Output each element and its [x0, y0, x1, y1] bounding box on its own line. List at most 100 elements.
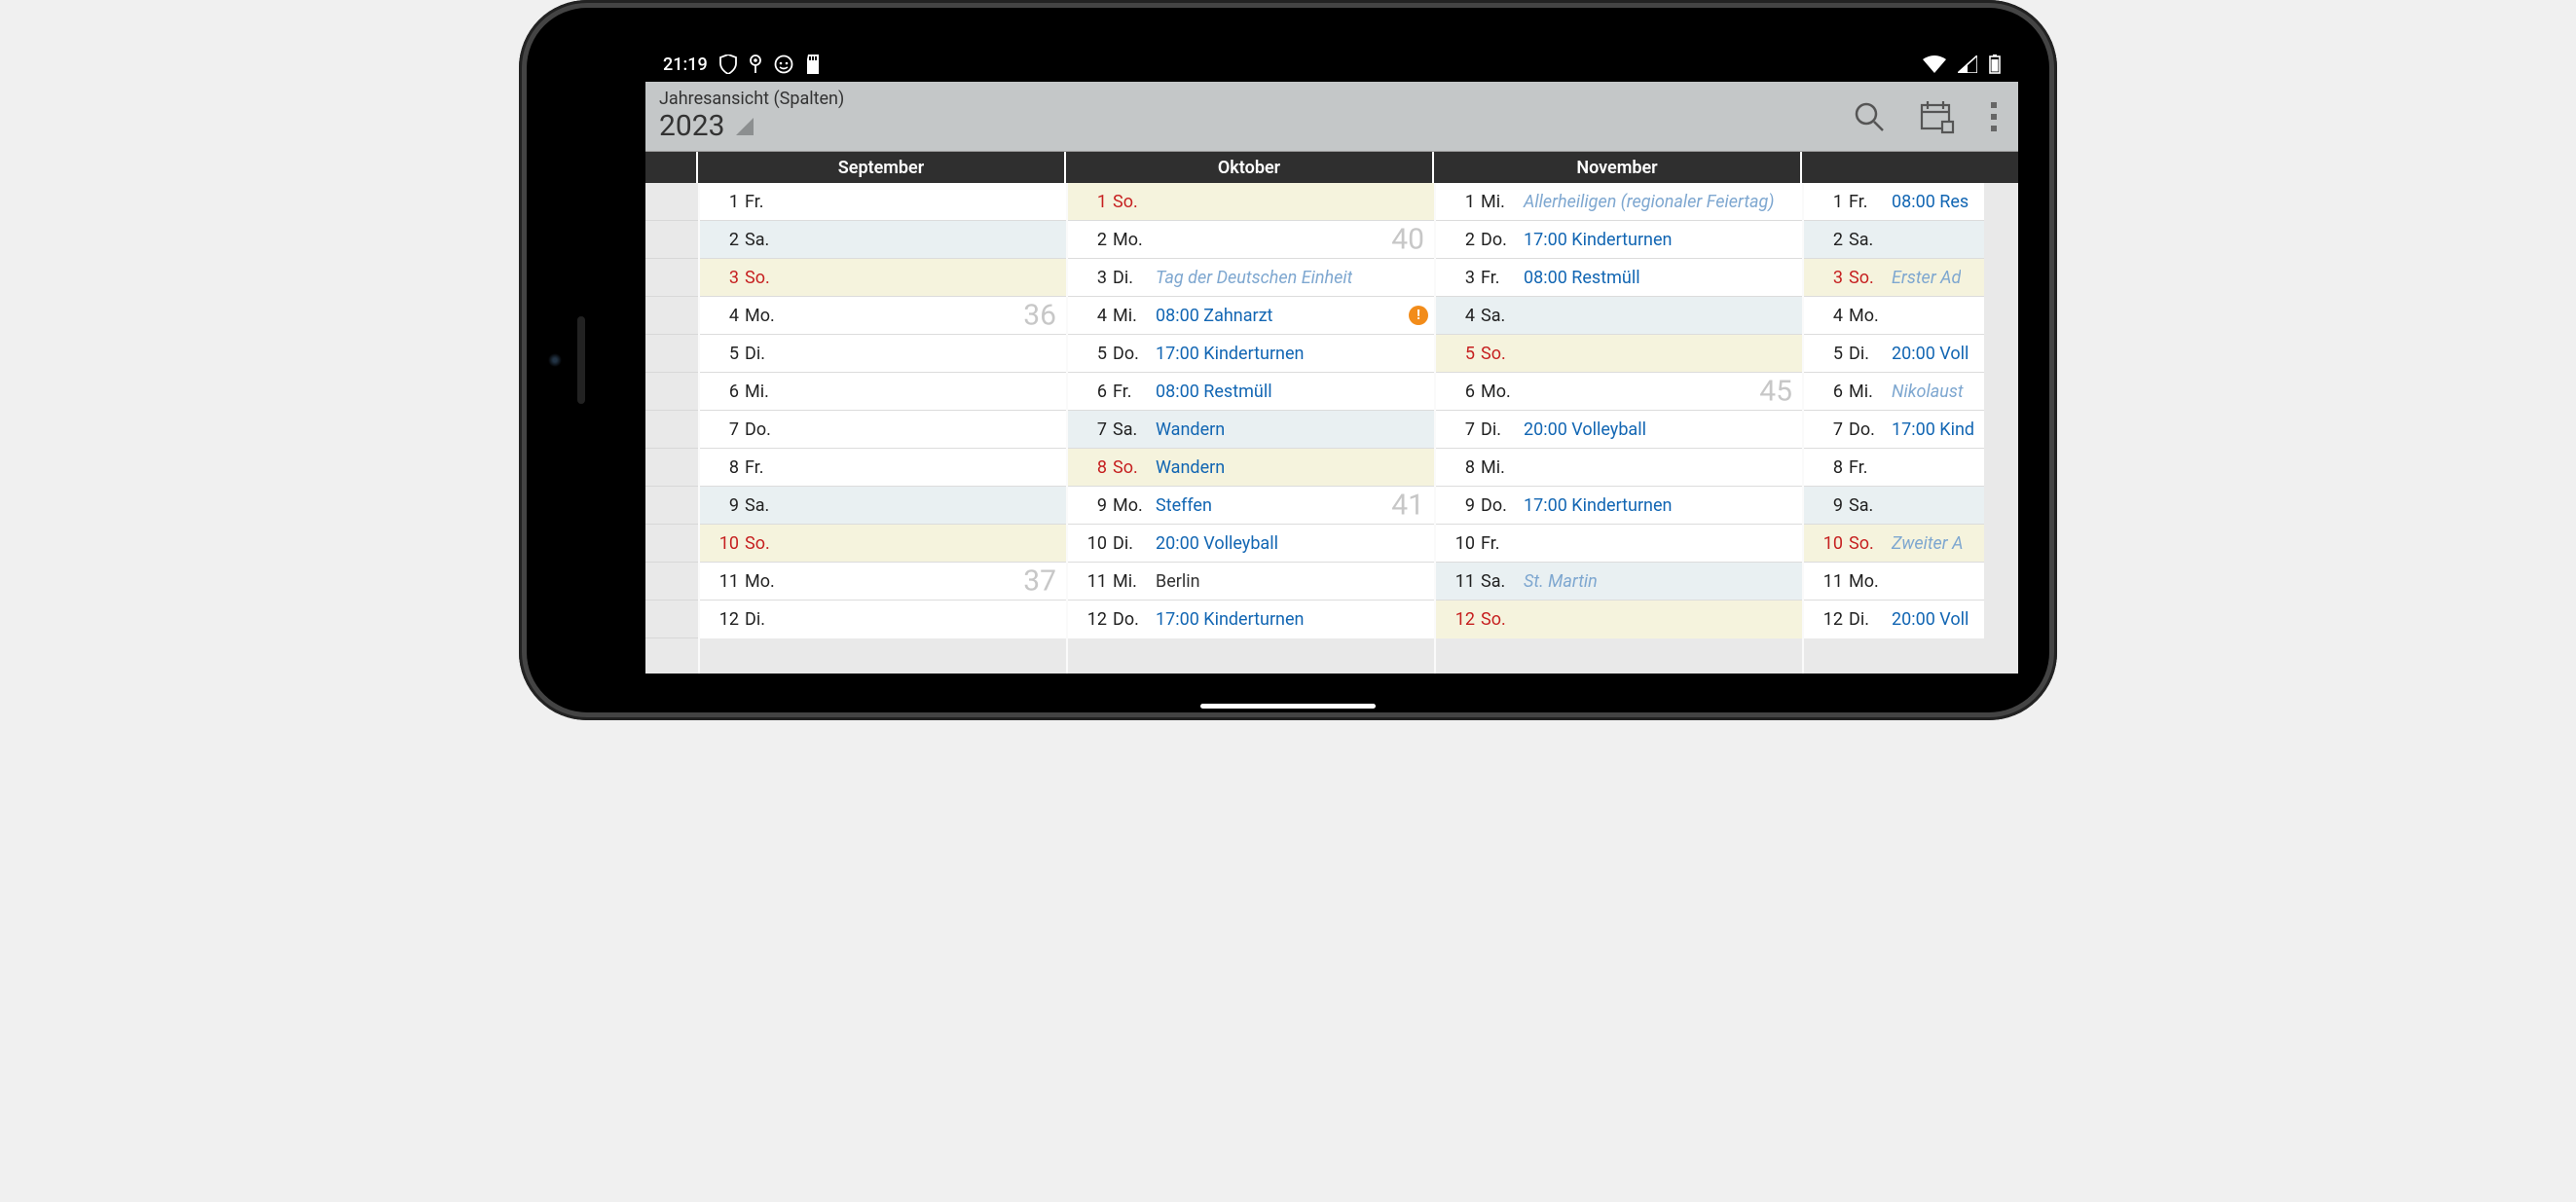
day-number: 9: [1446, 495, 1475, 516]
dropdown-icon: [736, 118, 754, 135]
day-cell[interactable]: 8Mi.: [1436, 449, 1802, 487]
day-cell[interactable]: 3Di.Tag der Deutschen Einheit: [1068, 259, 1434, 297]
day-cell[interactable]: 12Do.17:00 Kinderturnen: [1068, 601, 1434, 638]
day-number: 4: [710, 306, 739, 326]
home-indicator[interactable]: [1200, 704, 1376, 709]
year-spinner[interactable]: 2023: [659, 110, 844, 144]
day-of-week: So.: [739, 268, 784, 288]
day-cell[interactable]: 8Fr.: [1804, 449, 1984, 487]
day-cell[interactable]: 11Mo.37: [700, 563, 1066, 601]
month-header[interactable]: September: [698, 152, 1066, 183]
day-cell[interactable]: 2Mo.40: [1068, 221, 1434, 259]
day-cell[interactable]: 7Do.: [700, 411, 1066, 449]
day-cell[interactable]: 2Sa.: [700, 221, 1066, 259]
day-of-week: Fr.: [1107, 382, 1152, 402]
day-number: 3: [1078, 268, 1107, 288]
day-cell[interactable]: 6Fr.08:00 Restmüll: [1068, 373, 1434, 411]
event-label: 08:00 Res: [1888, 192, 1969, 212]
day-cell[interactable]: 9Do.17:00 Kinderturnen: [1436, 487, 1802, 525]
day-number: 11: [1814, 571, 1843, 592]
day-cell[interactable]: 12Di.20:00 Voll: [1804, 601, 1984, 638]
day-of-week: Fr.: [1475, 533, 1520, 554]
day-cell[interactable]: 9Sa.: [700, 487, 1066, 525]
day-number: 2: [1814, 230, 1843, 250]
day-cell[interactable]: 10So.: [700, 525, 1066, 563]
day-number: 1: [710, 192, 739, 212]
day-cell[interactable]: 9Mo.Steffen41: [1068, 487, 1434, 525]
day-of-week: So.: [739, 533, 784, 554]
day-cell[interactable]: 12Di.: [700, 601, 1066, 638]
day-number: 1: [1814, 192, 1843, 212]
year-grid[interactable]: 1Fr.2Sa.3So.4Mo.365Di.6Mi.7Do.8Fr.9Sa.10…: [645, 183, 2018, 674]
event-label: 20:00 Voll: [1888, 609, 1969, 630]
day-of-week: Sa.: [739, 230, 784, 250]
day-of-week: So.: [1107, 457, 1152, 478]
overflow-menu-icon[interactable]: [1989, 100, 1999, 133]
holiday-label: Nikolaust: [1888, 382, 1964, 402]
day-cell[interactable]: 6Mo.45: [1436, 373, 1802, 411]
day-number: 2: [1446, 230, 1475, 250]
month-header[interactable]: [1802, 152, 1938, 183]
location-icon: [749, 55, 762, 74]
day-cell[interactable]: 4Mo.: [1804, 297, 1984, 335]
day-of-week: Sa.: [1107, 419, 1152, 440]
day-of-week: So.: [1843, 533, 1888, 554]
day-of-week: Sa.: [739, 495, 784, 516]
day-cell[interactable]: 2Sa.: [1804, 221, 1984, 259]
day-of-week: Fr.: [1843, 457, 1888, 478]
day-cell[interactable]: 5Di.: [700, 335, 1066, 373]
day-cell[interactable]: 10So.Zweiter A: [1804, 525, 1984, 563]
event-label: Berlin: [1152, 571, 1200, 592]
day-of-week: Mi.: [1843, 382, 1888, 402]
day-cell[interactable]: 10Di.20:00 Volleyball: [1068, 525, 1434, 563]
event-label: 17:00 Kinderturnen: [1520, 230, 1672, 250]
year-label: 2023: [659, 110, 724, 144]
device-camera: [548, 353, 562, 367]
day-cell[interactable]: 6Mi.Nikolaust: [1804, 373, 1984, 411]
day-cell[interactable]: 11Mo.: [1804, 563, 1984, 601]
day-cell[interactable]: 7Sa.Wandern: [1068, 411, 1434, 449]
day-cell[interactable]: 1Fr.: [700, 183, 1066, 221]
day-number: 10: [1446, 533, 1475, 554]
day-cell[interactable]: 12So.: [1436, 601, 1802, 638]
day-cell[interactable]: 3So.Erster Ad: [1804, 259, 1984, 297]
day-cell[interactable]: 7Di.20:00 Volleyball: [1436, 411, 1802, 449]
day-cell[interactable]: 1Fr.08:00 Res: [1804, 183, 1984, 221]
day-cell[interactable]: 5Do.17:00 Kinderturnen: [1068, 335, 1434, 373]
month-header[interactable]: Oktober: [1066, 152, 1434, 183]
day-cell[interactable]: 11Sa.St. Martin: [1436, 563, 1802, 601]
day-number: 11: [710, 571, 739, 592]
day-number: 8: [1814, 457, 1843, 478]
day-cell[interactable]: 4Mo.36: [700, 297, 1066, 335]
day-number: 12: [1446, 609, 1475, 630]
day-cell[interactable]: 11Mi.Berlin: [1068, 563, 1434, 601]
day-cell[interactable]: 10Fr.: [1436, 525, 1802, 563]
day-of-week: Di.: [739, 344, 784, 364]
day-cell[interactable]: 5Di.20:00 Voll: [1804, 335, 1984, 373]
day-cell[interactable]: 6Mi.: [700, 373, 1066, 411]
day-cell[interactable]: 4Mi.08:00 Zahnarzt!: [1068, 297, 1434, 335]
day-number: 8: [1446, 457, 1475, 478]
day-cell[interactable]: 1Mi.Allerheiligen (regionaler Feiertag): [1436, 183, 1802, 221]
day-cell[interactable]: 1So.: [1068, 183, 1434, 221]
day-cell[interactable]: 4Sa.: [1436, 297, 1802, 335]
today-icon[interactable]: [1919, 98, 1956, 135]
day-cell[interactable]: 5So.: [1436, 335, 1802, 373]
day-cell[interactable]: 8So.Wandern: [1068, 449, 1434, 487]
month-header[interactable]: November: [1434, 152, 1802, 183]
day-cell[interactable]: 2Do.17:00 Kinderturnen: [1436, 221, 1802, 259]
day-cell[interactable]: 3So.: [700, 259, 1066, 297]
day-cell[interactable]: 9Sa.: [1804, 487, 1984, 525]
event-label: Wandern: [1152, 457, 1225, 478]
view-name-label: Jahresansicht (Spalten): [659, 90, 844, 110]
day-of-week: Di.: [1843, 609, 1888, 630]
day-of-week: Mi.: [1107, 306, 1152, 326]
shield-icon: [719, 55, 737, 74]
status-time: 21:19: [663, 55, 708, 75]
day-of-week: Di.: [1107, 268, 1152, 288]
day-cell[interactable]: 7Do.17:00 Kind: [1804, 411, 1984, 449]
day-number: 1: [1446, 192, 1475, 212]
search-icon[interactable]: [1853, 100, 1886, 133]
day-cell[interactable]: 8Fr.: [700, 449, 1066, 487]
day-cell[interactable]: 3Fr.08:00 Restmüll: [1436, 259, 1802, 297]
